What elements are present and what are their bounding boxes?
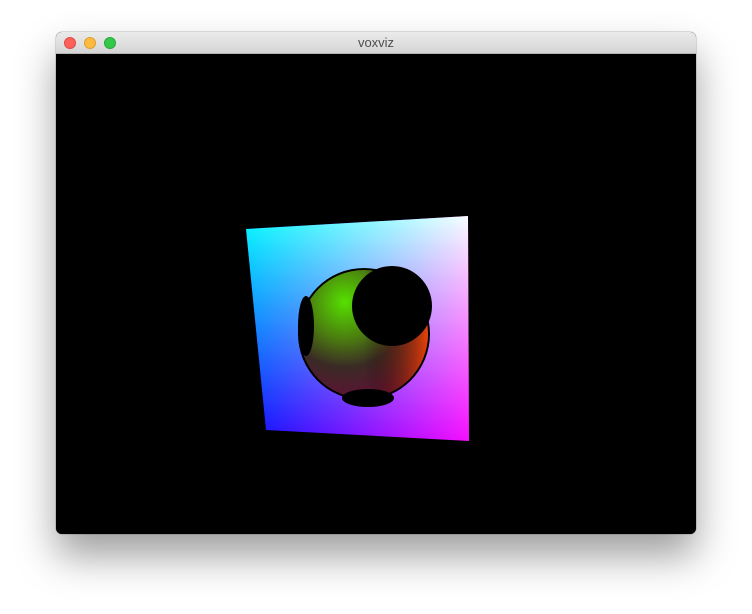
render-canvas [246, 216, 469, 441]
title-bar[interactable]: voxviz [56, 32, 696, 54]
app-window: voxviz [56, 32, 696, 534]
render-viewport[interactable] [56, 54, 696, 534]
window-title: voxviz [357, 35, 395, 50]
